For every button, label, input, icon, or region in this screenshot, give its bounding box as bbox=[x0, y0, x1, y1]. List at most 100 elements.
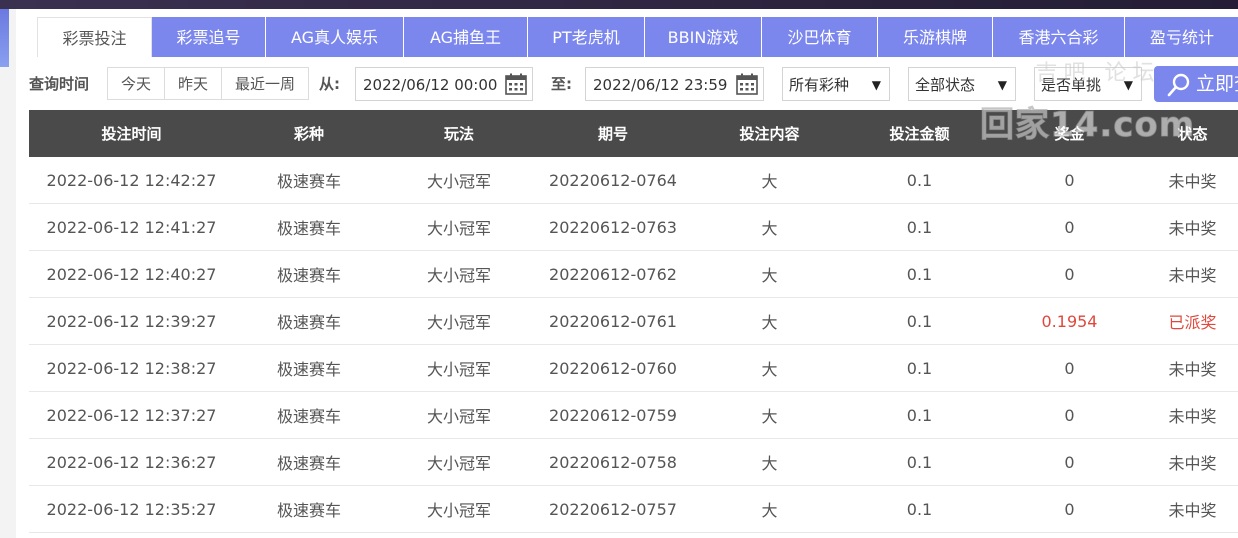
cell-status: 未中奖 bbox=[1168, 454, 1217, 473]
cell-period: 20220612-0761 bbox=[549, 311, 677, 331]
cell-amount: 0.1 bbox=[906, 452, 933, 472]
cell-prize: 0 bbox=[1064, 405, 1075, 425]
header-amount: 投注金额 bbox=[889, 125, 950, 143]
header-prize: 奖金 bbox=[1054, 125, 1085, 143]
header-lottery: 彩种 bbox=[293, 125, 324, 143]
cell-lottery: 极速赛车 bbox=[276, 172, 341, 191]
cell-prize: 0 bbox=[1064, 217, 1075, 237]
to-date-value: 2022/06/12 23:59 bbox=[593, 76, 728, 94]
to-label: 至: bbox=[551, 75, 572, 93]
cell-bet-time: 2022-06-12 12:38:27 bbox=[46, 358, 217, 378]
cell-amount: 0.1 bbox=[906, 311, 933, 331]
cell-status: 未中奖 bbox=[1168, 407, 1217, 426]
cell-lottery: 极速赛车 bbox=[276, 501, 341, 520]
cell-play: 大小冠军 bbox=[426, 313, 491, 332]
lottery-type-select[interactable]: 所有彩种 ▼ bbox=[782, 67, 890, 101]
single-pick-value: 是否单挑 bbox=[1041, 76, 1102, 94]
cell-prize: 0 bbox=[1064, 499, 1075, 519]
tab-leyou-chess[interactable]: 乐游棋牌 bbox=[878, 17, 993, 57]
last-week-button[interactable]: 最近一周 bbox=[222, 68, 308, 99]
cell-status: 未中奖 bbox=[1168, 360, 1217, 379]
cell-lottery: 极速赛车 bbox=[276, 313, 341, 332]
cell-prize: 0.1954 bbox=[1041, 311, 1098, 331]
cell-prize: 0 bbox=[1064, 170, 1075, 190]
filter-bar: 查询时间 今天 昨天 最近一周 从: 2022/06/12 00:00 至: 2… bbox=[29, 66, 1238, 102]
cell-period: 20220612-0759 bbox=[549, 405, 677, 425]
table-header: 投注时间 彩种 玩法 期号 投注内容 投注金额 奖金 状态 bbox=[29, 110, 1238, 157]
tab-profit-stats[interactable]: 盈亏统计 bbox=[1125, 17, 1238, 57]
table-row: 2022-06-12 12:42:27 极速赛车 大小冠军 20220612-0764… bbox=[29, 157, 1238, 204]
tab-saba-sports[interactable]: 沙巴体育 bbox=[762, 17, 878, 57]
from-date-field[interactable]: 2022/06/12 00:00 bbox=[355, 67, 533, 101]
cell-prize: 0 bbox=[1064, 264, 1075, 284]
search-button-label: 立即查询 bbox=[1196, 73, 1238, 95]
today-button[interactable]: 今天 bbox=[108, 68, 166, 99]
dropdown-arrow-icon: ▼ bbox=[997, 78, 1007, 92]
table-row: 2022-06-12 12:40:27 极速赛车 大小冠军 20220612-0762… bbox=[29, 251, 1238, 298]
calendar-icon[interactable] bbox=[505, 73, 527, 95]
cell-play: 大小冠军 bbox=[426, 172, 491, 191]
tab-ag-live[interactable]: AG真人娱乐 bbox=[266, 17, 404, 57]
cell-bet-time: 2022-06-12 12:36:27 bbox=[46, 452, 217, 472]
cell-amount: 0.1 bbox=[906, 264, 933, 284]
cell-status: 未中奖 bbox=[1168, 172, 1217, 191]
cell-bet-time: 2022-06-12 12:39:27 bbox=[46, 311, 217, 331]
bet-records-table: 投注时间 彩种 玩法 期号 投注内容 投注金额 奖金 状态 2022-06-12… bbox=[29, 110, 1238, 533]
tab-pt-slots[interactable]: PT老虎机 bbox=[528, 17, 645, 57]
cell-play: 大小冠军 bbox=[426, 360, 491, 379]
single-pick-select[interactable]: 是否单挑 ▼ bbox=[1034, 67, 1142, 101]
cell-content: 大 bbox=[761, 172, 778, 191]
status-value: 全部状态 bbox=[915, 76, 976, 94]
from-date-value: 2022/06/12 00:00 bbox=[363, 76, 498, 94]
dropdown-arrow-icon: ▼ bbox=[871, 78, 881, 92]
table-body: 2022-06-12 12:42:27 极速赛车 大小冠军 20220612-0764… bbox=[29, 157, 1238, 533]
tab-bbin-games[interactable]: BBIN游戏 bbox=[645, 17, 762, 57]
cell-bet-time: 2022-06-12 12:40:27 bbox=[46, 264, 217, 284]
tab-ag-fishing[interactable]: AG捕鱼王 bbox=[404, 17, 528, 57]
cell-period: 20220612-0763 bbox=[549, 217, 677, 237]
search-button[interactable]: 立即查询 bbox=[1154, 66, 1238, 102]
cell-status: 未中奖 bbox=[1168, 219, 1217, 238]
cell-play: 大小冠军 bbox=[426, 454, 491, 473]
cell-content: 大 bbox=[761, 407, 778, 426]
to-date-field[interactable]: 2022/06/12 23:59 bbox=[585, 67, 764, 101]
cell-content: 大 bbox=[761, 219, 778, 238]
cell-lottery: 极速赛车 bbox=[276, 407, 341, 426]
calendar-icon[interactable] bbox=[736, 73, 758, 95]
cell-period: 20220612-0758 bbox=[549, 452, 677, 472]
header-play: 玩法 bbox=[443, 125, 474, 143]
table-row: 2022-06-12 12:38:27 极速赛车 大小冠军 20220612-0760… bbox=[29, 345, 1238, 392]
cell-content: 大 bbox=[761, 266, 778, 285]
table-row: 2022-06-12 12:35:27 极速赛车 大小冠军 20220612-0757… bbox=[29, 486, 1238, 533]
cell-status: 未中奖 bbox=[1168, 501, 1217, 520]
header-status: 状态 bbox=[1177, 125, 1208, 143]
status-select[interactable]: 全部状态 ▼ bbox=[908, 67, 1016, 101]
from-label: 从: bbox=[319, 75, 340, 93]
left-edge-panel bbox=[0, 9, 16, 538]
cell-play: 大小冠军 bbox=[426, 501, 491, 520]
cell-play: 大小冠军 bbox=[426, 219, 491, 238]
cell-bet-time: 2022-06-12 12:35:27 bbox=[46, 499, 217, 519]
header-period: 期号 bbox=[597, 125, 628, 143]
cell-prize: 0 bbox=[1064, 452, 1075, 472]
cell-period: 20220612-0764 bbox=[549, 170, 677, 190]
tab-hk-mark-six[interactable]: 香港六合彩 bbox=[993, 17, 1125, 57]
cell-play: 大小冠军 bbox=[426, 407, 491, 426]
cell-amount: 0.1 bbox=[906, 170, 933, 190]
table-row: 2022-06-12 12:39:27 极速赛车 大小冠军 20220612-0761… bbox=[29, 298, 1238, 345]
cell-prize: 0 bbox=[1064, 358, 1075, 378]
yesterday-button[interactable]: 昨天 bbox=[165, 68, 223, 99]
header-bet-time: 投注时间 bbox=[101, 125, 162, 143]
tab-lottery-chase[interactable]: 彩票追号 bbox=[152, 17, 266, 57]
dropdown-arrow-icon: ▼ bbox=[1123, 78, 1133, 92]
search-icon bbox=[1167, 73, 1190, 97]
cell-content: 大 bbox=[761, 360, 778, 379]
tab-bar: 彩票投注 彩票追号 AG真人娱乐 AG捕鱼王 PT老虎机 BBIN游戏 沙巴体育… bbox=[37, 17, 1238, 57]
query-time-label: 查询时间 bbox=[29, 75, 90, 93]
cell-period: 20220612-0762 bbox=[549, 264, 677, 284]
window-top-bar bbox=[0, 0, 1238, 9]
cell-amount: 0.1 bbox=[906, 217, 933, 237]
cell-bet-time: 2022-06-12 12:41:27 bbox=[46, 217, 217, 237]
tab-lottery-bet[interactable]: 彩票投注 bbox=[37, 17, 152, 57]
cell-amount: 0.1 bbox=[906, 358, 933, 378]
